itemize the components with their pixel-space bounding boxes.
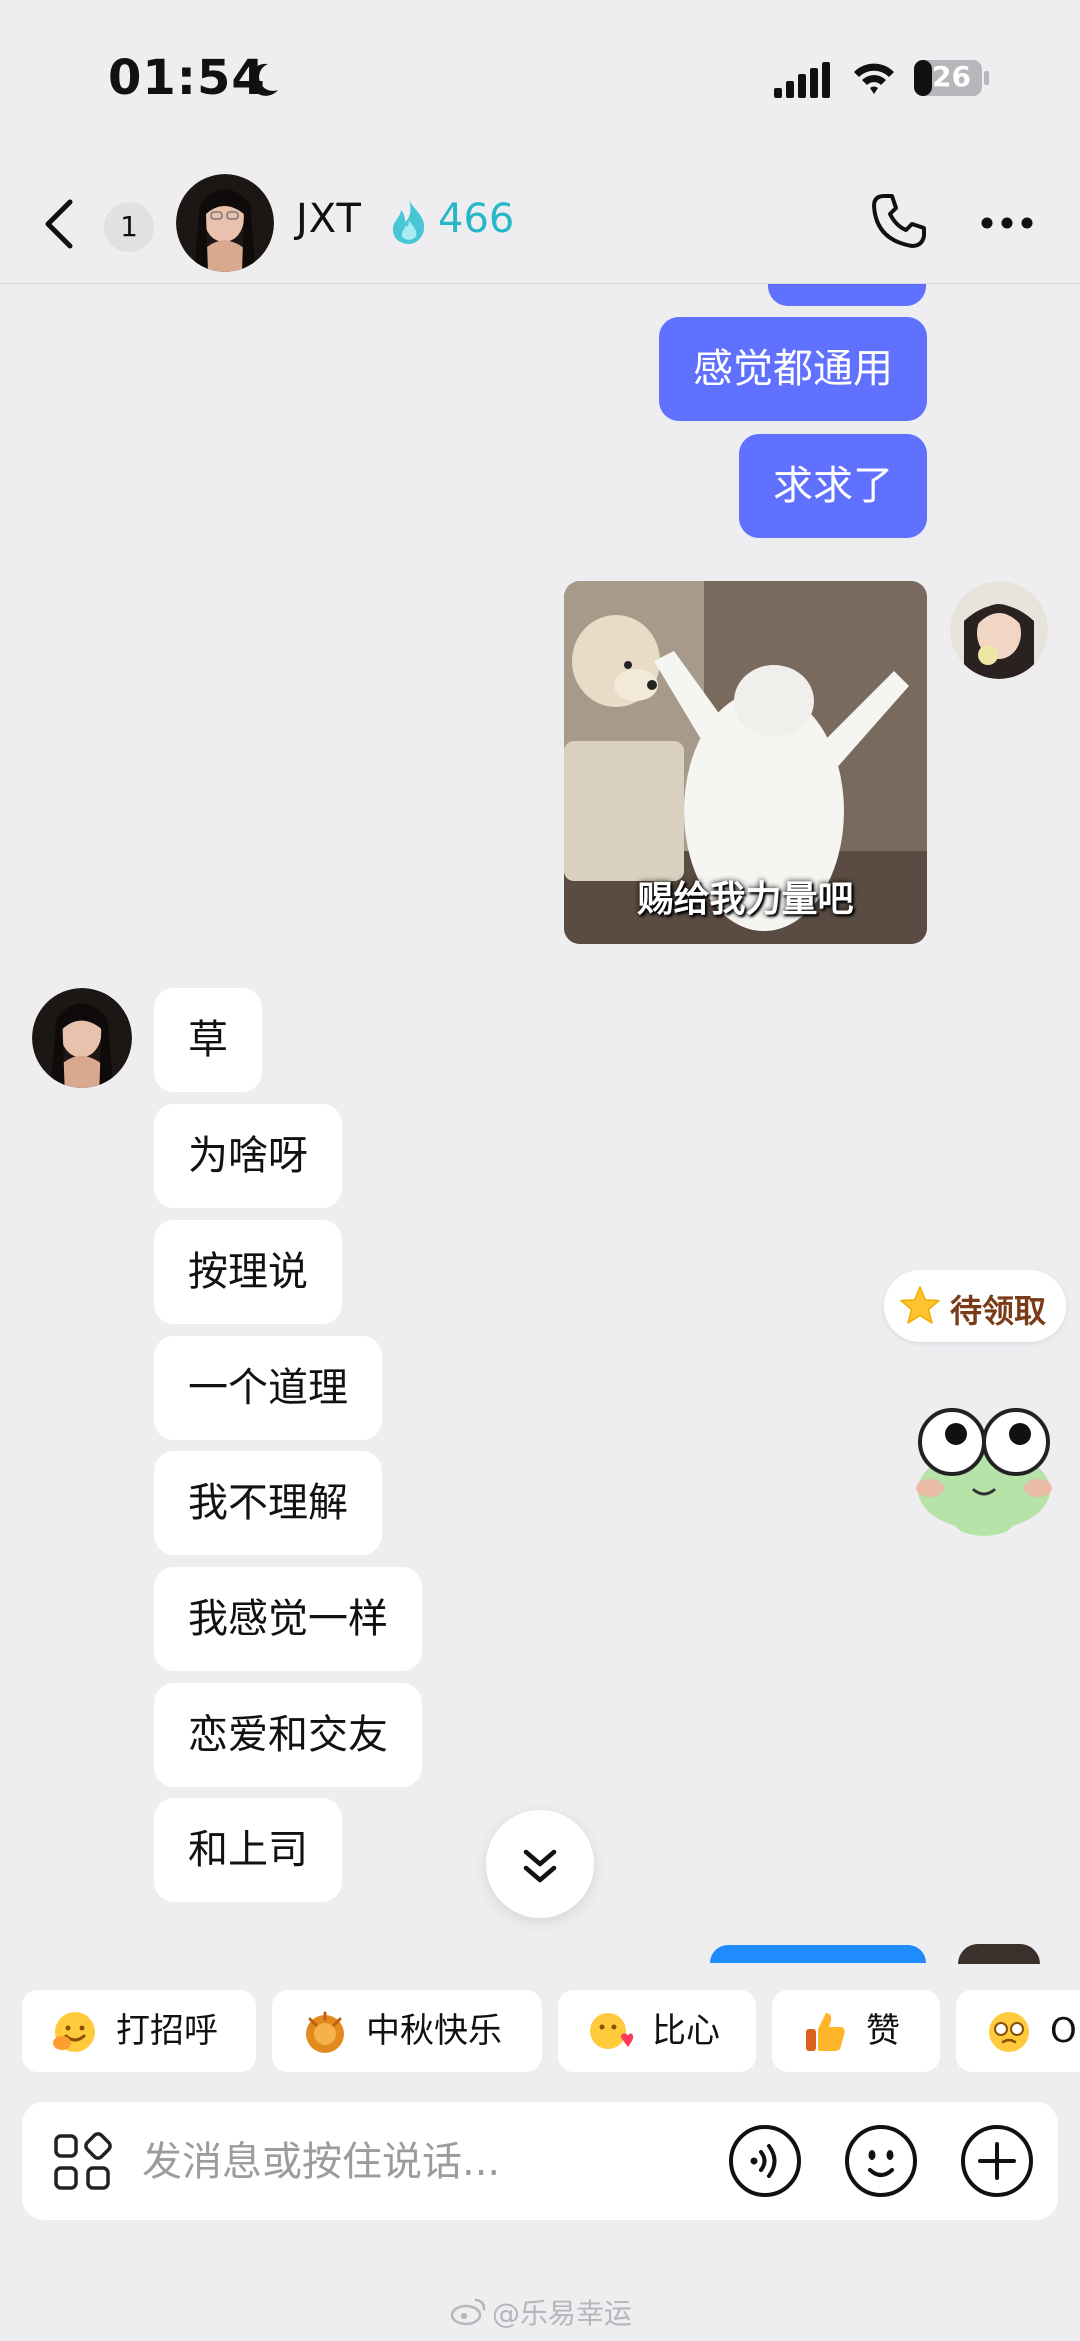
message-bubble-received[interactable]: 为啥呀 <box>154 1104 342 1208</box>
message-bubble-received[interactable]: 一个道理 <box>154 1336 382 1440</box>
message-bubble-clipped[interactable] <box>710 1945 926 1963</box>
quick-reply-label: 赞 <box>866 2011 900 2051</box>
emoji-picker-icon[interactable] <box>844 2124 918 2198</box>
wave-emoji-icon <box>53 2012 95 2052</box>
wifi-icon <box>854 63 894 94</box>
message-bubble-received[interactable]: 按理说 <box>154 1220 342 1324</box>
phone-call-icon[interactable] <box>870 192 928 250</box>
contact-name[interactable]: JXT <box>296 196 362 242</box>
message-bubble-received[interactable]: 草 <box>154 988 262 1092</box>
message-bubble-received[interactable]: 我不理解 <box>154 1451 382 1555</box>
apps-grid-icon[interactable] <box>52 2132 112 2192</box>
voice-input-icon[interactable] <box>728 2124 802 2198</box>
mooncake-emoji-icon <box>306 2011 344 2053</box>
quick-reply-pleading[interactable]: O <box>956 1990 1080 2072</box>
cellular-signal-icon <box>774 62 830 98</box>
message-bubble-received[interactable]: 恋爱和交友 <box>154 1683 422 1787</box>
battery-level: 26 <box>932 60 971 93</box>
streak-flame-icon <box>392 200 425 244</box>
weibo-logo-icon <box>450 2298 486 2326</box>
quick-reply-like[interactable]: 赞 <box>772 1990 940 2072</box>
streak-count: 466 <box>438 196 515 242</box>
contact-avatar-in-chat[interactable] <box>32 988 132 1088</box>
message-bubble-received[interactable]: 我感觉一样 <box>154 1567 422 1671</box>
moon-icon <box>249 63 278 96</box>
reward-label: 待领取 <box>950 1292 1047 1330</box>
quick-reply-label: 中秋快乐 <box>366 2011 502 2051</box>
sent-image-caption: 赐给我力量吧 <box>637 879 854 920</box>
quick-reply-greet[interactable]: 打招呼 <box>22 1990 256 2072</box>
message-bubble-sent[interactable]: 感觉都通用 <box>659 317 927 421</box>
sent-image-sticker[interactable]: 赐给我力量吧 <box>564 581 927 944</box>
double-chevron-down-icon <box>523 1849 557 1883</box>
frog-mascot-icon[interactable] <box>904 1398 1064 1540</box>
reward-pending-pill[interactable]: 待领取 <box>884 1270 1066 1342</box>
message-bubble-sent[interactable]: 求求了 <box>739 434 927 538</box>
star-icon <box>900 1286 940 1324</box>
my-avatar[interactable] <box>950 581 1048 679</box>
message-input-bar <box>22 2102 1058 2220</box>
pleading-emoji-icon <box>989 2012 1029 2052</box>
quick-reply-label: 比心 <box>652 2011 720 2051</box>
quick-reply-label: O <box>1050 2011 1077 2051</box>
message-bubble-received[interactable]: 和上司 <box>154 1798 342 1902</box>
contact-avatar[interactable] <box>176 174 274 272</box>
watermark-text: @乐易幸运 <box>492 2297 633 2330</box>
my-avatar-clipped <box>958 1944 1040 1964</box>
message-bubble-clipped[interactable] <box>768 284 926 306</box>
quick-reply-label: 打招呼 <box>116 2011 218 2051</box>
back-arrow-icon[interactable] <box>40 196 80 252</box>
quick-reply-mid-autumn[interactable]: 中秋快乐 <box>272 1990 542 2072</box>
unread-count-badge[interactable]: 1 <box>104 202 154 252</box>
thumbs-up-emoji-icon <box>806 2013 845 2051</box>
message-input[interactable] <box>142 2132 722 2192</box>
more-options-icon[interactable] <box>980 216 1034 230</box>
finger-heart-emoji-icon <box>590 2013 634 2049</box>
add-attachment-icon[interactable] <box>960 2124 1034 2198</box>
scroll-to-bottom-button[interactable] <box>486 1810 594 1918</box>
quick-reply-finger-heart[interactable]: 比心 <box>558 1990 756 2072</box>
chat-header: 1 JXT 466 <box>0 160 1080 284</box>
